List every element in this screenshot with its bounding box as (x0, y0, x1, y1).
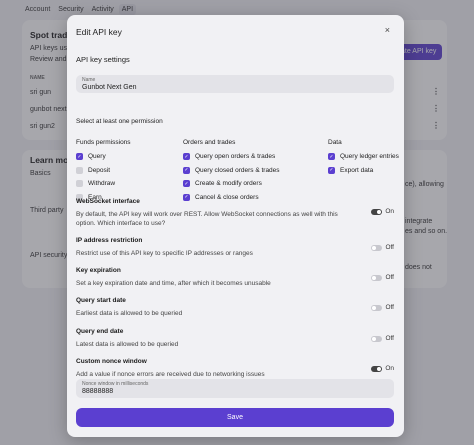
checkbox-create-modify-orders[interactable]: ✓ Create & modify orders (183, 179, 280, 188)
checkbox-checked-icon: ✓ (183, 180, 190, 187)
settings-heading: API key settings (76, 55, 130, 64)
toggle-track (371, 274, 383, 281)
permission-hint: Select at least one permission (76, 118, 163, 125)
query-start-date-setting: Query start date Earliest data is allowe… (76, 297, 394, 318)
setting-description: Restrict use of this API key to specific… (76, 250, 253, 257)
key-expiration-setting: Key expiration Set a key expiration date… (76, 267, 394, 288)
edit-api-key-modal: Edit API key × API key settings Name Gun… (67, 15, 404, 437)
toggle-state: On (385, 208, 394, 215)
websocket-toggle[interactable]: On (371, 208, 394, 215)
ip-restriction-toggle[interactable]: Off (371, 244, 394, 251)
checkbox-label: Deposit (88, 166, 111, 174)
data-permissions-heading: Data (328, 139, 342, 146)
checkbox-query-open-orders[interactable]: ✓ Query open orders & trades (183, 152, 280, 161)
checkbox-label: Query closed orders & trades (195, 166, 280, 174)
checkbox-checked-icon: ✓ (328, 153, 335, 160)
checkbox-label: Withdraw (88, 180, 116, 187)
setting-description: Earliest data is allowed to be queried (76, 310, 183, 317)
ip-restriction-setting: IP address restriction Restrict use of t… (76, 237, 394, 258)
setting-description: Set a key expiration date and time, afte… (76, 280, 271, 287)
nonce-window-toggle[interactable]: On (371, 365, 394, 372)
nonce-field-value[interactable]: 88888888 (82, 388, 388, 395)
setting-title: IP address restriction (76, 237, 143, 244)
checkbox-label: Query ledger entries (340, 153, 399, 160)
checkbox-label: Export data (340, 166, 374, 174)
checkbox-export-data[interactable]: ✓ Export data (328, 166, 399, 175)
toggle-track (371, 365, 383, 372)
setting-title: Query start date (76, 297, 126, 304)
toggle-state: Off (385, 335, 394, 342)
checkbox-query[interactable]: ✓ Query (76, 152, 131, 161)
toggle-state: Off (385, 304, 394, 311)
setting-title: Custom nonce window (76, 358, 147, 365)
data-permissions-group: Data ✓ Query ledger entries ✓ Export data (328, 139, 399, 179)
name-field[interactable]: Name Gunbot Next Gen (76, 75, 394, 93)
toggle-track (371, 208, 383, 215)
orders-trades-heading: Orders and trades (183, 139, 236, 146)
toggle-track (371, 244, 383, 251)
checkbox-deposit[interactable]: Deposit (76, 166, 131, 175)
checkbox-unchecked-icon (76, 166, 83, 174)
checkbox-checked-icon: ✓ (183, 166, 190, 174)
checkbox-checked-icon: ✓ (76, 153, 83, 160)
toggle-track (371, 335, 383, 342)
setting-title: Key expiration (76, 267, 121, 274)
checkbox-checked-icon: ✓ (183, 153, 190, 160)
websocket-setting: WebSocket interface By default, the API … (76, 198, 394, 228)
checkbox-label: Query open orders & trades (195, 153, 276, 160)
toggle-state: Off (385, 274, 394, 281)
checkbox-query-ledger[interactable]: ✓ Query ledger entries (328, 152, 399, 161)
orders-trades-group: Orders and trades ✓ Query open orders & t… (183, 139, 280, 206)
close-icon[interactable]: × (385, 25, 390, 35)
setting-description: Latest data is allowed to be queried (76, 341, 179, 348)
nonce-window-input[interactable]: Nonce window in milliseconds 88888888 (76, 379, 394, 398)
checkbox-unchecked-icon (76, 180, 83, 187)
checkbox-withdraw[interactable]: Withdraw (76, 179, 131, 188)
key-expiration-toggle[interactable]: Off (371, 274, 394, 281)
checkbox-label: Create & modify orders (195, 180, 262, 187)
query-end-date-toggle[interactable]: Off (371, 335, 394, 342)
toggle-state: On (385, 365, 394, 372)
checkbox-label: Query (88, 153, 106, 160)
name-field-value[interactable]: Gunbot Next Gen (82, 84, 388, 91)
query-end-date-setting: Query end date Latest data is allowed to… (76, 328, 394, 349)
name-field-label: Name (82, 77, 96, 83)
setting-title: WebSocket interface (76, 198, 140, 205)
toggle-track (371, 304, 383, 311)
checkbox-query-closed-orders[interactable]: ✓ Query closed orders & trades (183, 166, 280, 175)
funds-permissions-heading: Funds permissions (76, 139, 131, 146)
toggle-state: Off (385, 244, 394, 251)
funds-permissions-group: Funds permissions ✓ Query Deposit Withdra… (76, 139, 131, 206)
modal-title: Edit API key (76, 27, 122, 37)
query-start-date-toggle[interactable]: Off (371, 304, 394, 311)
save-button[interactable]: Save (76, 408, 394, 427)
nonce-window-setting: Custom nonce window Add a value if nonce… (76, 358, 394, 379)
setting-description: Add a value if nonce errors are received… (76, 371, 265, 378)
setting-description: By default, the API key will work over R… (76, 211, 338, 227)
setting-title: Query end date (76, 328, 124, 335)
nonce-field-label: Nonce window in milliseconds (82, 381, 149, 387)
checkbox-checked-icon: ✓ (328, 166, 335, 174)
